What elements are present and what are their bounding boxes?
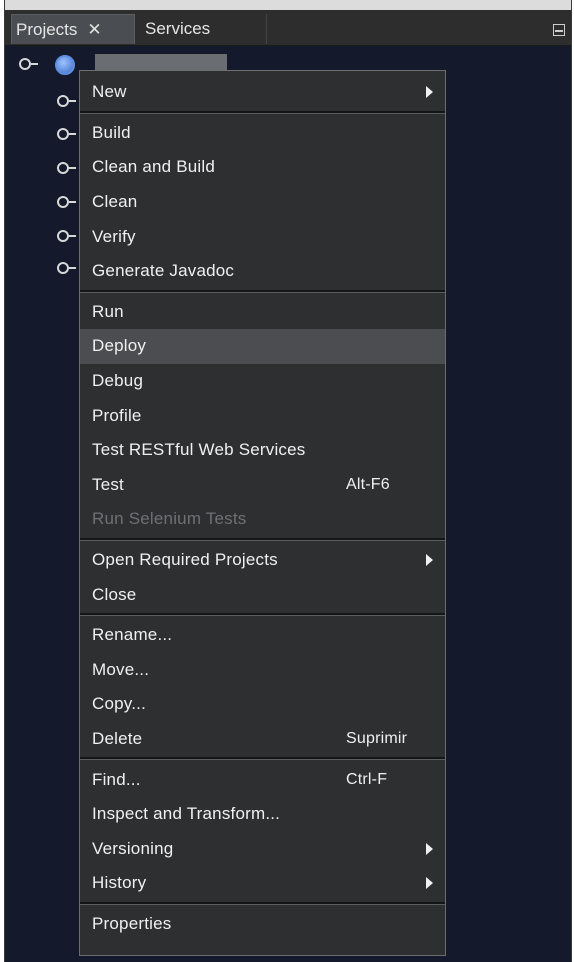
menu-item-label: Profile bbox=[92, 405, 142, 425]
menu-item-rename[interactable]: Rename... bbox=[80, 618, 445, 653]
menu-separator bbox=[80, 757, 445, 761]
menu-item-test[interactable]: Test Alt-F6 bbox=[80, 468, 445, 503]
menu-item-label: Debug bbox=[92, 371, 144, 391]
tree-node-connector-icon[interactable] bbox=[57, 162, 76, 174]
submenu-arrow-icon bbox=[426, 842, 433, 855]
tree-node-connector-icon[interactable] bbox=[57, 230, 76, 242]
submenu-arrow-icon bbox=[426, 877, 433, 890]
minimize-icon[interactable] bbox=[553, 24, 565, 36]
menu-separator bbox=[80, 612, 445, 616]
menu-item-deploy[interactable]: Deploy bbox=[80, 329, 445, 364]
menu-item-label: Properties bbox=[92, 913, 172, 933]
menu-item-label: Test RESTful Web Services bbox=[92, 440, 306, 460]
menu-separator bbox=[80, 289, 445, 293]
context-menu: New Build Clean and Build Clean Verify G… bbox=[79, 70, 446, 956]
tree-node-connector-icon[interactable] bbox=[57, 128, 76, 140]
menu-item-label: Clean and Build bbox=[92, 157, 216, 177]
menu-item-copy[interactable]: Copy... bbox=[80, 687, 445, 722]
close-icon[interactable]: ✕ bbox=[87, 20, 101, 40]
menu-item-label: Test bbox=[92, 474, 124, 494]
menu-item-find[interactable]: Find... Ctrl-F bbox=[80, 762, 445, 797]
menu-item-profile[interactable]: Profile bbox=[80, 398, 445, 433]
menu-item-close[interactable]: Close bbox=[80, 577, 445, 612]
menu-separator bbox=[80, 110, 445, 114]
menu-item-label: Close bbox=[92, 584, 137, 604]
menu-item-run[interactable]: Run bbox=[80, 295, 445, 330]
menu-item-label: Copy... bbox=[92, 694, 146, 714]
submenu-arrow-icon bbox=[426, 86, 433, 99]
menu-item-label: Build bbox=[92, 122, 131, 142]
shortcut-label: Alt-F6 bbox=[346, 475, 390, 493]
menu-item-generate-javadoc[interactable]: Generate Javadoc bbox=[80, 254, 445, 289]
projects-window: Projects ✕ Services New Build Clean and … bbox=[4, 0, 572, 962]
shortcut-label: Ctrl-F bbox=[346, 770, 388, 788]
menu-item-label: Generate Javadoc bbox=[92, 261, 235, 281]
tab-services[interactable]: Services bbox=[137, 14, 267, 44]
menu-item-label: Clean bbox=[92, 192, 138, 212]
menu-item-label: Inspect and Transform... bbox=[92, 804, 281, 824]
menu-item-label: Run Selenium Tests bbox=[92, 509, 247, 529]
tree-node-connector-icon[interactable] bbox=[57, 95, 76, 107]
menu-item-label: Verify bbox=[92, 226, 136, 246]
tree-node-connector-icon[interactable] bbox=[57, 262, 76, 274]
expand-root-icon[interactable] bbox=[19, 58, 38, 70]
menu-item-versioning[interactable]: Versioning bbox=[80, 831, 445, 866]
tree-node-connector-icon[interactable] bbox=[57, 196, 76, 208]
window-top-strip bbox=[5, 0, 571, 10]
menu-item-inspect-and-transform[interactable]: Inspect and Transform... bbox=[80, 797, 445, 832]
menu-item-label: Move... bbox=[92, 659, 150, 679]
menu-item-label: Versioning bbox=[92, 838, 174, 858]
menu-item-move[interactable]: Move... bbox=[80, 653, 445, 688]
menu-item-verify[interactable]: Verify bbox=[80, 219, 445, 254]
menu-item-label: Find... bbox=[92, 769, 141, 789]
tab-projects[interactable]: Projects ✕ bbox=[11, 14, 135, 44]
menu-item-label: Open Required Projects bbox=[92, 550, 278, 570]
menu-item-debug[interactable]: Debug bbox=[80, 364, 445, 399]
menu-item-label: History bbox=[92, 873, 147, 893]
menu-item-build[interactable]: Build bbox=[80, 116, 445, 151]
tab-projects-label: Projects bbox=[16, 19, 78, 39]
menu-item-test-restful-web-services[interactable]: Test RESTful Web Services bbox=[80, 433, 445, 468]
tab-services-label: Services bbox=[145, 19, 211, 38]
menu-item-properties[interactable]: Properties bbox=[80, 907, 445, 942]
menu-item-open-required-projects[interactable]: Open Required Projects bbox=[80, 543, 445, 578]
globe-icon bbox=[55, 55, 75, 75]
submenu-arrow-icon bbox=[426, 554, 433, 567]
menu-item-history[interactable]: History bbox=[80, 866, 445, 901]
menu-item-clean-and-build[interactable]: Clean and Build bbox=[80, 150, 445, 185]
menu-separator bbox=[80, 901, 445, 905]
menu-item-label: Deploy bbox=[92, 336, 147, 356]
menu-separator bbox=[80, 537, 445, 541]
shortcut-label: Suprimir bbox=[346, 729, 408, 747]
menu-item-clean[interactable]: Clean bbox=[80, 185, 445, 220]
menu-item-delete[interactable]: Delete Suprimir bbox=[80, 722, 445, 757]
menu-item-run-selenium-tests: Run Selenium Tests bbox=[80, 502, 445, 537]
menu-item-label: Delete bbox=[92, 728, 143, 748]
menu-item-label: Run bbox=[92, 301, 124, 321]
menu-item-new[interactable]: New bbox=[80, 75, 445, 110]
menu-item-label: Rename... bbox=[92, 625, 173, 645]
menu-item-label: New bbox=[92, 82, 127, 102]
